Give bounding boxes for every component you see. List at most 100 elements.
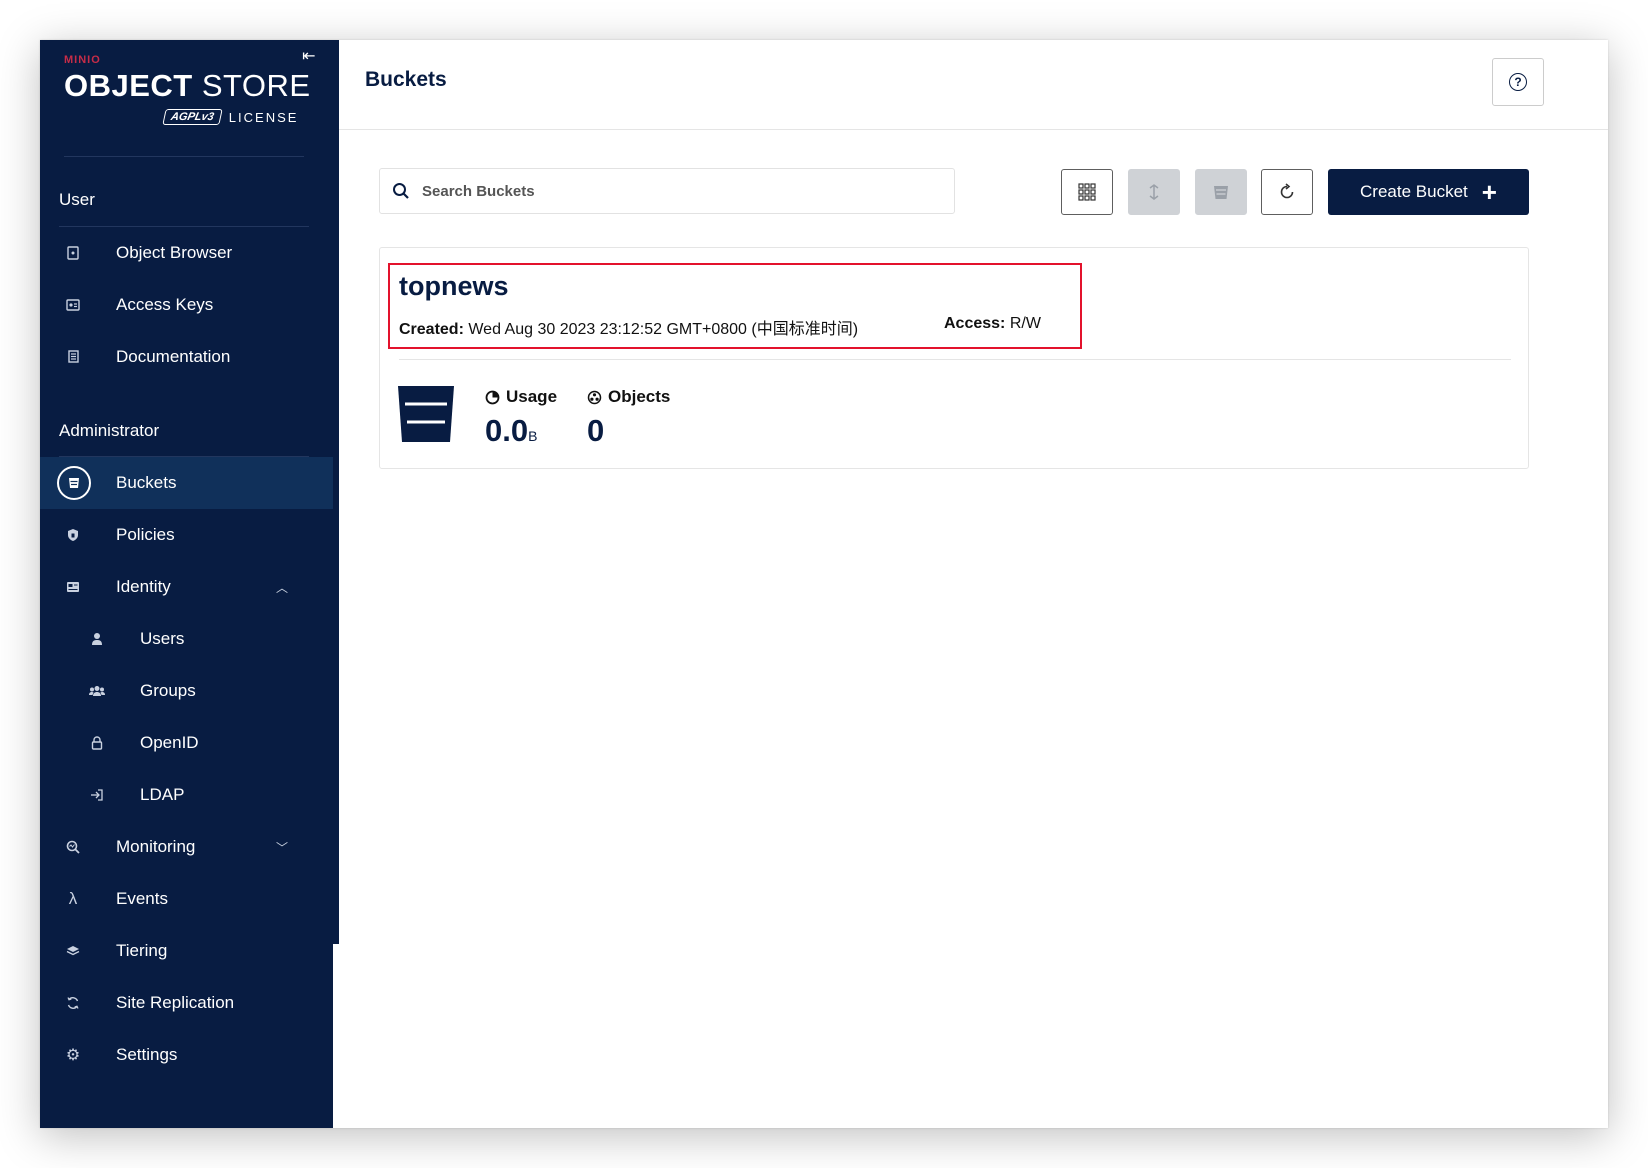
sidebar-item-label: Object Browser — [116, 243, 233, 262]
bucket-created: Created: Wed Aug 30 2023 23:12:52 GMT+08… — [399, 315, 858, 339]
bucket-lifecycle-icon — [1214, 186, 1228, 199]
sidebar-item-label: Buckets — [116, 473, 177, 492]
object-browser-icon — [56, 236, 90, 270]
set-lifecycle-button[interactable] — [1195, 169, 1247, 215]
sidebar-item-buckets[interactable]: Buckets — [40, 457, 333, 509]
sidebar-item-documentation[interactable]: Documentation — [40, 331, 333, 383]
bucket-card[interactable]: topnews Created: Wed Aug 30 2023 23:12:5… — [379, 247, 1529, 469]
logo-title-light: STORE — [201, 68, 311, 103]
agpl-badge: AGPLv3 — [162, 109, 223, 125]
sidebar-item-events[interactable]: λ Events — [40, 873, 333, 925]
sidebar-item-label: Monitoring — [116, 837, 196, 856]
logo-brand: MINIO — [64, 54, 101, 66]
sidebar-item-label: Tiering — [116, 941, 168, 960]
refresh-icon — [1280, 183, 1294, 199]
monitoring-icon — [56, 830, 90, 864]
sidebar-item-label: Events — [116, 889, 168, 908]
sidebar-item-tiering[interactable]: Tiering — [40, 925, 333, 977]
sidebar-item-label: Groups — [140, 681, 196, 700]
access-keys-icon — [56, 288, 90, 322]
bucket-name-link[interactable]: topnews — [399, 271, 509, 302]
refresh-button[interactable] — [1261, 169, 1313, 215]
usage-value-row: 0.0B — [485, 413, 557, 449]
bucket-access: Access: R/W — [944, 315, 1041, 333]
card-divider — [399, 359, 1511, 360]
sidebar-item-label: Site Replication — [116, 993, 235, 1012]
documentation-icon — [56, 340, 90, 374]
bucket-large-icon — [398, 386, 454, 442]
help-icon: ? — [1509, 73, 1527, 91]
usage-unit: B — [528, 428, 538, 444]
sidebar-item-users[interactable]: Users — [40, 613, 333, 665]
sidebar-item-openid[interactable]: OpenID — [40, 717, 333, 769]
usage-value: 0.0 — [485, 413, 529, 448]
access-label: Access: — [944, 315, 1006, 332]
set-replication-button[interactable] — [1128, 169, 1180, 215]
app-window: MINIO OBJECT STORE AGPLv3 LICENSE ⇤ User… — [40, 40, 1608, 1128]
main-content: Buckets ? Search Buckets Create Bucket +… — [339, 40, 1608, 1128]
sidebar-item-label: Access Keys — [116, 295, 214, 314]
logo-divider — [64, 156, 304, 157]
sidebar-item-label: OpenID — [140, 733, 199, 752]
sidebar-item-monitoring[interactable]: Monitoring ﹀ — [40, 821, 333, 873]
collapse-sidebar-icon[interactable]: ⇤ — [302, 46, 315, 66]
usage-label: Usage — [506, 387, 558, 406]
grid-view-icon — [1078, 183, 1096, 201]
usage-stat-label: Usage — [485, 387, 557, 407]
minio-logo: MINIO OBJECT STORE AGPLv3 LICENSE — [64, 54, 310, 144]
search-input[interactable] — [422, 182, 942, 200]
access-value: R/W — [1009, 315, 1041, 332]
search-icon — [393, 183, 409, 199]
page-title: Buckets — [365, 68, 447, 91]
chevron-up-icon: ︿ — [276, 580, 289, 595]
replication-icon — [56, 986, 90, 1020]
license-text: LICENSE — [228, 109, 299, 125]
objects-stat: Objects 0 — [587, 387, 670, 449]
login-icon — [80, 778, 114, 812]
list-view-button[interactable] — [1061, 169, 1113, 215]
groups-icon — [80, 674, 114, 708]
created-value: Wed Aug 30 2023 23:12:52 GMT+0800 (中国标准时… — [468, 321, 859, 338]
usage-stat: Usage 0.0B — [485, 387, 557, 449]
sidebar-item-access-keys[interactable]: Access Keys — [40, 279, 333, 331]
help-button[interactable]: ? — [1492, 58, 1544, 106]
sidebar-item-label: Settings — [116, 1045, 178, 1064]
sidebar-item-groups[interactable]: Groups — [40, 665, 333, 717]
sidebar-item-label: Policies — [116, 525, 175, 544]
logo-title-bold: OBJECT — [64, 68, 193, 103]
identity-icon — [56, 570, 90, 604]
sidebar-item-policies[interactable]: Policies — [40, 509, 333, 561]
sidebar-item-label: Users — [140, 629, 185, 648]
create-bucket-button[interactable]: Create Bucket + — [1328, 169, 1529, 215]
search-box — [379, 168, 955, 214]
pie-chart-icon — [485, 390, 500, 404]
user-icon — [80, 622, 114, 656]
bucket-icon — [57, 466, 91, 500]
logo-license: AGPLv3 LICENSE — [162, 109, 299, 125]
created-label: Created: — [399, 321, 464, 338]
objects-value: 0 — [587, 413, 605, 448]
sidebar-item-identity[interactable]: Identity ︿ — [40, 561, 333, 613]
admin-section-label: Administrator — [59, 421, 160, 440]
policy-icon — [56, 518, 90, 552]
user-section-label: User — [59, 190, 95, 209]
lambda-icon: λ — [68, 889, 78, 908]
objects-stat-label: Objects — [587, 387, 670, 407]
sidebar-item-ldap[interactable]: LDAP — [40, 769, 333, 821]
gear-icon: ⚙ — [65, 1047, 81, 1064]
sidebar-item-label: LDAP — [140, 785, 185, 804]
objects-icon — [587, 390, 602, 404]
replication-icon — [1149, 184, 1159, 200]
page-header: Buckets ? — [339, 40, 1608, 130]
sidebar-item-settings[interactable]: ⚙ Settings — [40, 1029, 333, 1081]
lock-icon — [80, 726, 114, 760]
sidebar-item-label: Identity — [116, 577, 171, 596]
plus-icon: + — [1481, 177, 1497, 207]
logo-title: OBJECT STORE — [64, 68, 311, 104]
tiers-icon — [56, 934, 90, 968]
sidebar-item-site-replication[interactable]: Site Replication — [40, 977, 333, 1029]
objects-label: Objects — [608, 387, 671, 406]
chevron-down-icon: ﹀ — [276, 840, 289, 855]
sidebar-item-label: Documentation — [116, 347, 231, 366]
sidebar-item-object-browser[interactable]: Object Browser — [40, 227, 333, 279]
